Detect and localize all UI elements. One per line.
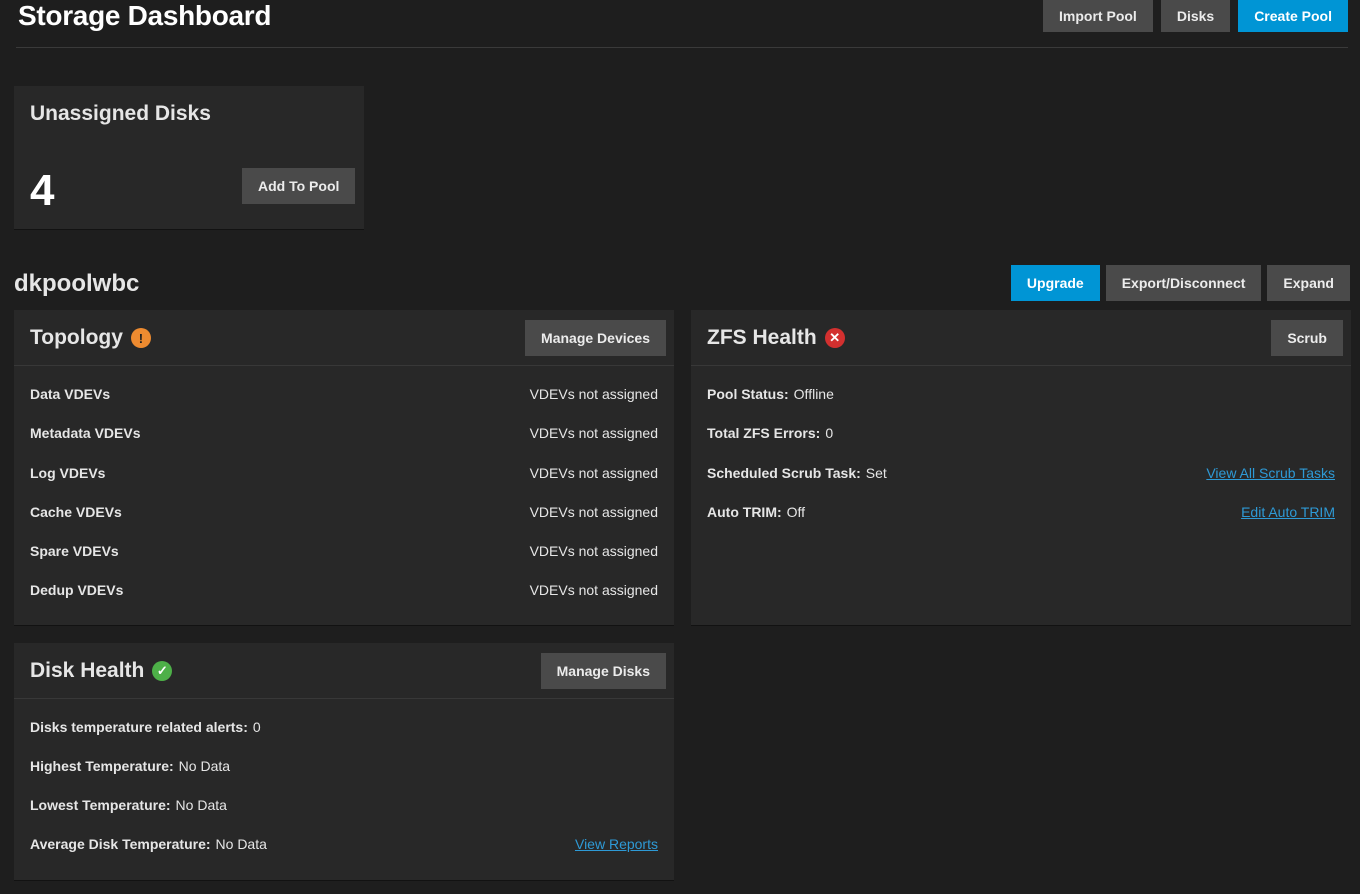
scrub-button[interactable]: Scrub	[1271, 320, 1343, 356]
average-temp-value: No Data	[215, 836, 267, 852]
scrub-task-value: Set	[865, 465, 887, 481]
topology-row-label: Dedup VDEVs	[30, 582, 124, 598]
average-temp-row: Average Disk Temperature: No Data View R…	[30, 834, 658, 854]
pool-status-value: Offline	[793, 386, 834, 402]
manage-disks-button[interactable]: Manage Disks	[540, 653, 666, 689]
auto-trim-label: Auto TRIM:	[707, 504, 782, 520]
topology-row-data: Data VDEVs VDEVs not assigned	[30, 384, 658, 404]
topology-row-spare: Spare VDEVs VDEVs not assigned	[30, 541, 658, 561]
disk-health-title-wrap: Disk Health ✓	[30, 659, 173, 683]
zfs-health-title-wrap: ZFS Health ✕	[707, 326, 845, 350]
temp-alerts-value: 0	[252, 719, 261, 735]
create-pool-button[interactable]: Create Pool	[1238, 0, 1348, 32]
average-temp: Average Disk Temperature: No Data	[30, 836, 267, 852]
topology-row-label: Log VDEVs	[30, 465, 106, 481]
highest-temp-label: Highest Temperature:	[30, 758, 174, 774]
topology-card: Topology ! Manage Devices Data VDEVs VDE…	[14, 310, 674, 626]
zfs-errors-row: Total ZFS Errors: 0	[707, 423, 1335, 443]
auto-trim: Auto TRIM: Off	[707, 504, 805, 520]
topology-row-value: VDEVs not assigned	[529, 386, 658, 402]
topology-row-value: VDEVs not assigned	[529, 543, 658, 559]
zfs-health-header: ZFS Health ✕ Scrub	[691, 310, 1351, 366]
unassigned-disks-title: Unassigned Disks	[30, 102, 211, 125]
import-pool-button[interactable]: Import Pool	[1043, 0, 1153, 32]
page-header: Storage Dashboard Import Pool Disks Crea…	[16, 0, 1348, 48]
zfs-health-card: ZFS Health ✕ Scrub Pool Status: Offline …	[691, 310, 1351, 626]
topology-row-label: Spare VDEVs	[30, 543, 119, 559]
lowest-temp-row: Lowest Temperature: No Data	[30, 795, 658, 815]
storage-dashboard-page: Storage Dashboard Import Pool Disks Crea…	[0, 0, 1360, 894]
disk-health-header: Disk Health ✓ Manage Disks	[14, 643, 674, 699]
topology-row-value: VDEVs not assigned	[529, 425, 658, 441]
topology-title: Topology	[30, 326, 123, 349]
check-icon: ✓	[152, 661, 173, 681]
add-to-pool-button[interactable]: Add To Pool	[242, 168, 356, 204]
edit-auto-trim-link[interactable]: Edit Auto TRIM	[1241, 504, 1335, 520]
topology-row-label: Metadata VDEVs	[30, 425, 141, 441]
lowest-temp-value: No Data	[175, 797, 227, 813]
auto-trim-value: Off	[786, 504, 806, 520]
upgrade-button[interactable]: Upgrade	[1010, 265, 1100, 301]
highest-temp: Highest Temperature: No Data	[30, 758, 230, 774]
expand-button[interactable]: Expand	[1267, 265, 1350, 301]
export-disconnect-button[interactable]: Export/Disconnect	[1105, 265, 1262, 301]
highest-temp-row: Highest Temperature: No Data	[30, 756, 658, 776]
page-title: Storage Dashboard	[18, 0, 272, 31]
disk-health-title: Disk Health	[30, 659, 145, 682]
temp-alerts: Disks temperature related alerts: 0	[30, 719, 261, 735]
topology-row-value: VDEVs not assigned	[529, 582, 658, 598]
pool-actions: Upgrade Export/Disconnect Expand	[1010, 265, 1350, 301]
warning-icon[interactable]: !	[130, 328, 151, 348]
scrub-task: Scheduled Scrub Task: Set	[707, 465, 887, 481]
disk-health-card: Disk Health ✓ Manage Disks Disks tempera…	[14, 643, 674, 881]
topology-row-cache: Cache VDEVs VDEVs not assigned	[30, 502, 658, 522]
zfs-errors: Total ZFS Errors: 0	[707, 425, 833, 441]
unassigned-disks-count: 4	[30, 166, 55, 215]
zfs-health-title: ZFS Health	[707, 326, 817, 349]
manage-devices-button[interactable]: Manage Devices	[525, 320, 666, 356]
topology-row-label: Cache VDEVs	[30, 504, 122, 520]
topology-row-label: Data VDEVs	[30, 386, 111, 402]
zfs-errors-value: 0	[825, 425, 834, 441]
pool-status-row: Pool Status: Offline	[707, 384, 1335, 404]
auto-trim-row: Auto TRIM: Off Edit Auto TRIM	[707, 502, 1335, 522]
temp-alerts-row: Disks temperature related alerts: 0	[30, 717, 658, 737]
unassigned-disks-card: Unassigned Disks 4 Add To Pool	[14, 86, 364, 230]
scrub-task-label: Scheduled Scrub Task:	[707, 465, 861, 481]
pool-status-label: Pool Status:	[707, 386, 789, 402]
scrub-task-row: Scheduled Scrub Task: Set View All Scrub…	[707, 463, 1335, 483]
topology-row-dedup: Dedup VDEVs VDEVs not assigned	[30, 580, 658, 600]
topology-row-log: Log VDEVs VDEVs not assigned	[30, 463, 658, 483]
temp-alerts-label: Disks temperature related alerts:	[30, 719, 248, 735]
header-actions: Import Pool Disks Create Pool	[1043, 0, 1348, 32]
topology-row-value: VDEVs not assigned	[529, 504, 658, 520]
zfs-errors-label: Total ZFS Errors:	[707, 425, 821, 441]
lowest-temp-label: Lowest Temperature:	[30, 797, 171, 813]
topology-title-wrap: Topology !	[30, 326, 151, 350]
topology-row-value: VDEVs not assigned	[529, 465, 658, 481]
lowest-temp: Lowest Temperature: No Data	[30, 797, 227, 813]
view-reports-link[interactable]: View Reports	[575, 836, 658, 852]
pool-name: dkpoolwbc	[14, 270, 140, 297]
average-temp-label: Average Disk Temperature:	[30, 836, 211, 852]
topology-row-metadata: Metadata VDEVs VDEVs not assigned	[30, 423, 658, 443]
view-all-scrub-tasks-link[interactable]: View All Scrub Tasks	[1206, 465, 1335, 481]
error-icon[interactable]: ✕	[824, 328, 845, 348]
disks-button[interactable]: Disks	[1160, 0, 1231, 32]
highest-temp-value: No Data	[178, 758, 231, 774]
pool-status: Pool Status: Offline	[707, 386, 834, 402]
topology-header: Topology ! Manage Devices	[14, 310, 674, 366]
